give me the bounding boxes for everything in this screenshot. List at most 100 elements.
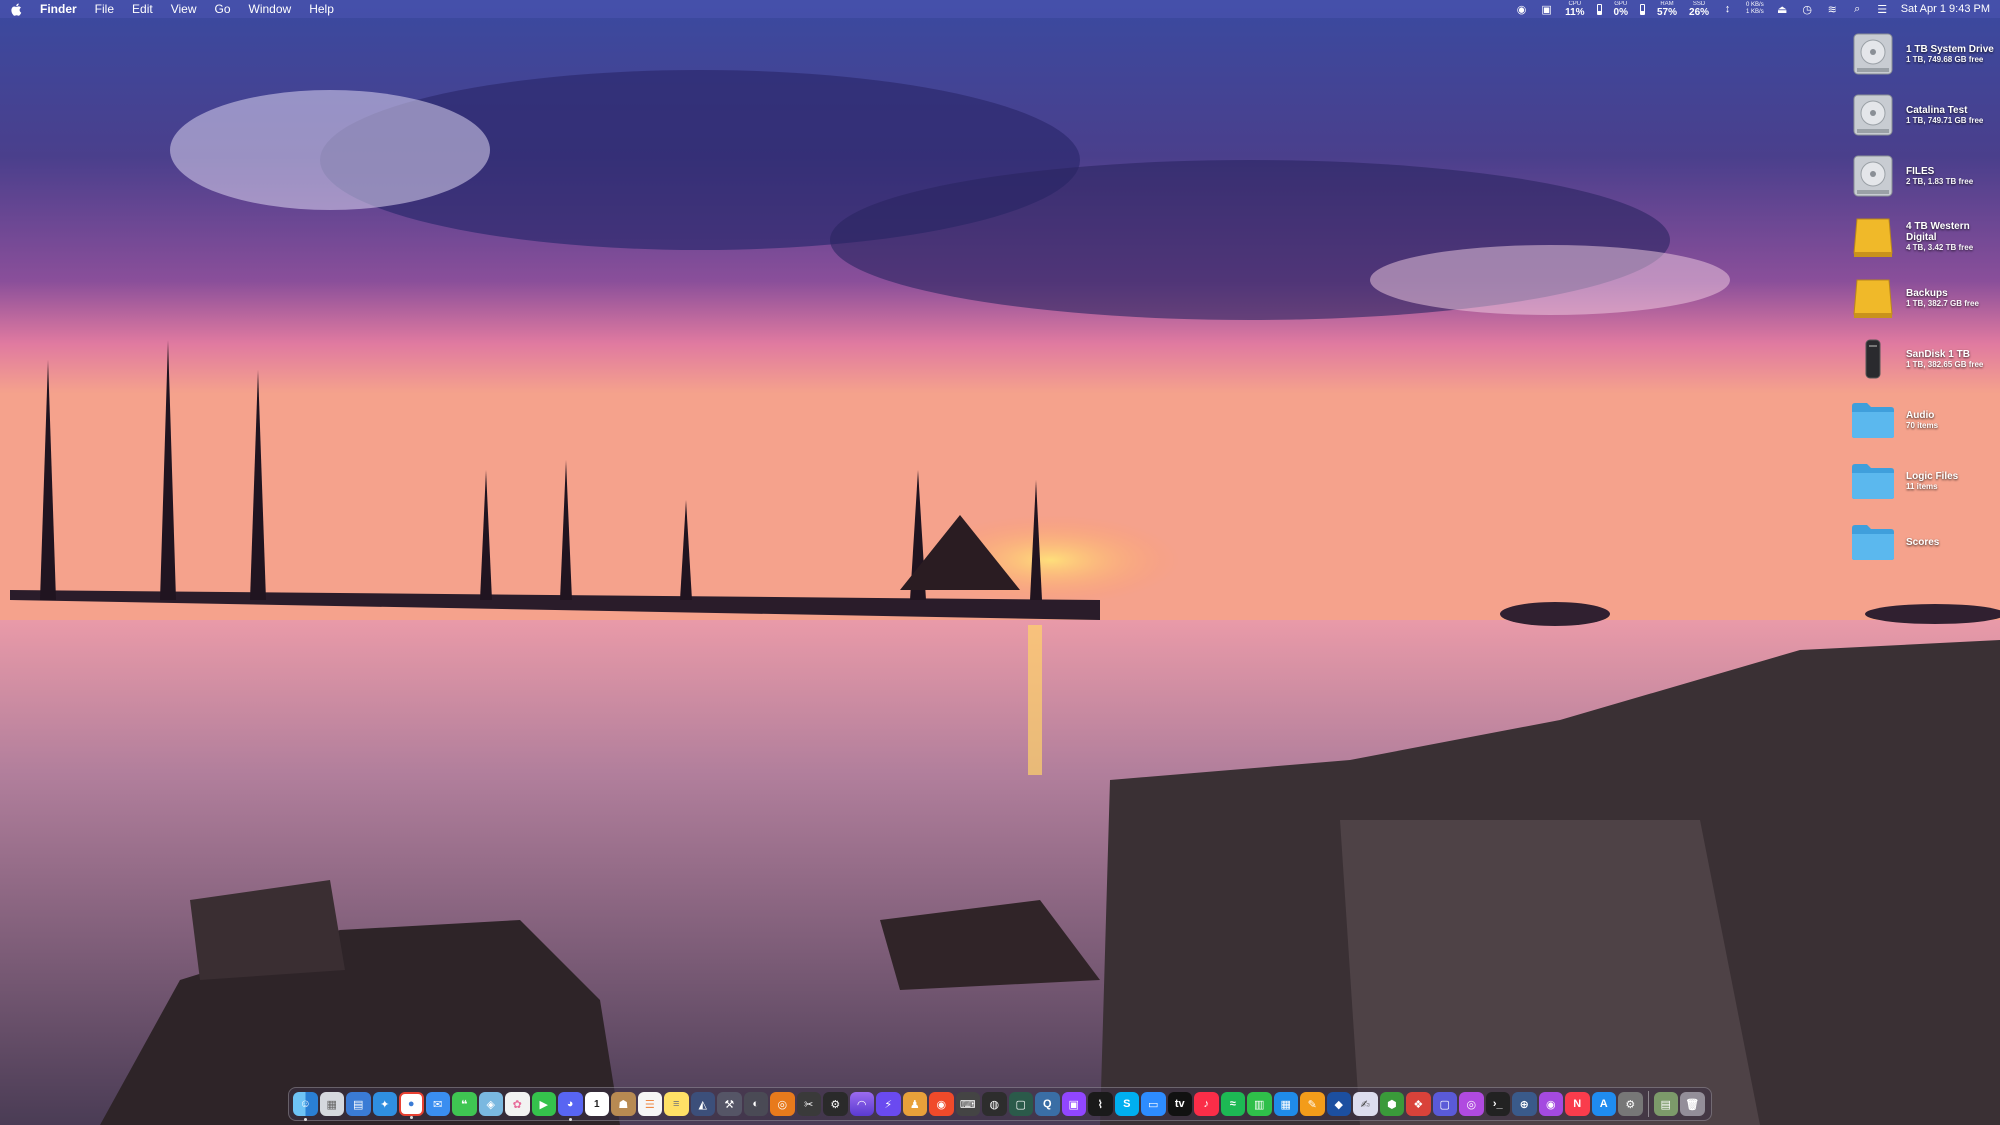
desktop-item-backups[interactable]: Backups 1 TB, 382.7 GB free [1840,270,2000,326]
network-activity-icon: ↕ [1724,3,1731,15]
facetime-icon[interactable]: ▶ [531,1091,556,1117]
ssd-stat[interactable]: SSD 26% [1689,1,1709,18]
input-source-icon[interactable]: ▣ [1540,3,1553,16]
desktop-item-name: 1 TB System Drive [1906,43,1994,55]
tool-icon[interactable]: ⬢ [1379,1091,1404,1117]
terminal-icon[interactable]: ›_ [1485,1091,1510,1117]
menu-clock[interactable]: Sat Apr 1 9:43 PM [1901,3,1990,15]
dock: ☺ ▦ ▤ ✦ ● ✉ ❝ ◈ ✿ ▶ ◕ 1 ☗ ☰ ≡ ◭ ⚒ ◐ ◎ ✂ … [288,1087,1712,1121]
zoom-icon[interactable]: ▭ [1141,1091,1166,1117]
menu-go[interactable]: Go [215,2,231,16]
eject-icon[interactable]: ⏏ [1776,3,1789,16]
script-editor-icon[interactable]: ⚙ [823,1091,848,1117]
discord-icon[interactable]: ◕ [558,1091,583,1121]
desktop-item-info: 11 items [1906,481,1938,491]
desktop-item-logic-files[interactable]: Logic Files 11 items [1840,453,2000,509]
menu-file[interactable]: File [95,2,114,16]
desktop-item-scores[interactable]: Scores [1840,514,2000,570]
desktop-item-catalina-test[interactable]: Catalina Test 1 TB, 749.71 GB free [1840,87,2000,143]
menu-view[interactable]: View [171,2,197,16]
bitwarden-icon[interactable]: ◆ [1326,1091,1351,1117]
desktop-item-1tb-system-drive[interactable]: 1 TB System Drive 1 TB, 749.68 GB free [1840,26,2000,82]
activity-monitor-icon[interactable]: ⌇ [1088,1091,1113,1117]
app-store-icon[interactable]: A [1591,1091,1616,1117]
twitch-icon[interactable]: ▣ [1061,1091,1086,1117]
desktop-item-info: 1 TB, 749.68 GB free [1906,54,1984,64]
spotify-icon[interactable]: ≈ [1220,1091,1245,1117]
pages-icon[interactable]: ✎ [1300,1091,1325,1117]
contacts-icon[interactable]: ☗ [611,1091,636,1117]
desktop-item-files[interactable]: FILES 2 TB, 1.83 TB free [1840,148,2000,204]
numbers-icon[interactable]: ▥ [1247,1091,1272,1117]
arc-icon[interactable]: ◠ [849,1091,874,1117]
desktop-item-audio[interactable]: Audio 70 items [1840,392,2000,448]
desktop-item-4tb-western-digital[interactable]: 4 TB Western Digital 4 TB, 3.42 TB free [1840,209,2000,265]
usb-drive-icon [1850,336,1896,382]
desktop-item-name: Scores [1906,536,1940,548]
character-icon[interactable]: ♟ [902,1091,927,1117]
mail-icon[interactable]: ✉ [425,1091,450,1117]
desktop-item-name: 4 TB Western Digital [1906,221,1970,243]
chrome-icon[interactable]: ● [399,1091,424,1119]
safari-icon[interactable]: ✦ [372,1091,397,1117]
internal-drive-icon [1850,92,1896,138]
network-utility-icon[interactable]: ⊕ [1512,1091,1537,1117]
desktop-item-info: 2 TB, 1.83 TB free [1906,176,1974,186]
notes-icon[interactable]: ≡ [664,1091,689,1117]
cpu-stat[interactable]: CPU 11% [1565,1,1584,18]
textedit-icon[interactable]: ✍ [1353,1091,1378,1117]
photos-icon[interactable]: ✿ [505,1091,530,1117]
system-preferences-icon[interactable]: ⚙ [1618,1091,1643,1117]
control-center-icon[interactable]: ☰ [1876,3,1889,16]
launchpad-icon[interactable]: ▦ [319,1091,344,1117]
desktop-wallpaper [0,0,2000,1125]
desktop-item-sandisk-1tb[interactable]: SanDisk 1 TB 1 TB, 382.65 GB free [1840,331,2000,387]
skype-icon[interactable]: S [1114,1091,1139,1117]
music-icon[interactable]: ♪ [1194,1091,1219,1117]
keyboard-icon[interactable]: ⌨ [955,1091,980,1117]
menu-bar: Finder File Edit View Go Window Help ◉ ▣… [0,0,2000,18]
podcasts-icon[interactable]: ◉ [1538,1091,1563,1117]
apple-menu-icon[interactable] [10,2,22,16]
utility-icon[interactable]: ✂ [796,1091,821,1117]
desktop-item-info: 1 TB, 382.7 GB free [1906,298,1979,308]
blender-icon[interactable]: ◎ [770,1091,795,1117]
news-icon[interactable]: N [1565,1091,1590,1117]
gpu-stat[interactable]: GPU 0% [1614,1,1628,18]
steam-icon[interactable]: ◍ [982,1091,1007,1117]
finder-icon[interactable]: ☺ [293,1091,318,1121]
network-stat[interactable]: 0 KB/s 1 KB/s [1746,2,1764,16]
photo-booth-icon[interactable]: ❖ [1406,1091,1431,1117]
time-machine-icon[interactable]: ◷ [1801,3,1814,16]
desktop-item-name: Backups [1906,287,1948,299]
screen-sharing-icon[interactable]: ▢ [1432,1091,1457,1117]
rocket-icon[interactable]: ⚡ [876,1091,901,1117]
reminders-icon[interactable]: ☰ [637,1091,662,1117]
preview-icon[interactable]: ◐ [743,1091,768,1117]
spotlight-search-icon[interactable]: ⌕ [1851,3,1864,16]
calendar-icon[interactable]: 1 [584,1091,609,1117]
trash-icon[interactable]: 🗑 [1680,1091,1705,1117]
menu-window[interactable]: Window [249,2,292,16]
terminal-app-icon[interactable]: ▢ [1008,1091,1033,1117]
accessibility-icon[interactable]: ◉ [1515,3,1528,16]
app-icon[interactable]: ▦ [1273,1091,1298,1117]
files-icon[interactable]: ▤ [346,1091,371,1117]
menu-edit[interactable]: Edit [132,2,153,16]
folder-icon [1850,519,1896,565]
quicktime-icon[interactable]: Q [1035,1091,1060,1117]
keynote-icon[interactable]: ◭ [690,1091,715,1117]
ram-stat[interactable]: RAM 57% [1657,1,1677,18]
internal-drive-icon [1850,153,1896,199]
maps-icon[interactable]: ◈ [478,1091,503,1117]
messages-icon[interactable]: ❝ [452,1091,477,1117]
podcast-tool-icon[interactable]: ◎ [1459,1091,1484,1117]
menu-help[interactable]: Help [309,2,334,16]
downloads-stack-icon[interactable]: ▤ [1653,1091,1678,1117]
menu-app-name[interactable]: Finder [40,2,77,16]
xcode-icon[interactable]: ⚒ [717,1091,742,1117]
wifi-off-icon[interactable]: ≋ [1826,3,1839,16]
folder-icon [1850,458,1896,504]
apple-tv-icon[interactable]: tv [1167,1091,1192,1117]
firefox-icon[interactable]: ◉ [929,1091,954,1117]
